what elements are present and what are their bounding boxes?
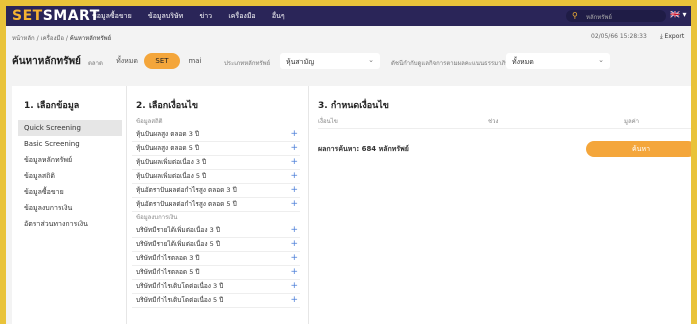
add-icon[interactable]: + — [290, 266, 298, 279]
add-icon[interactable]: + — [290, 238, 298, 251]
nav-others[interactable]: อื่นๆ — [272, 12, 285, 20]
nav-news[interactable]: ข่าว — [199, 12, 212, 20]
condition-item[interactable]: หุ้นปันผลสูง ตลอด 3 ปี + — [132, 128, 300, 142]
condition-item[interactable]: บริษัทมีรายได้เพิ่มต่อเนื่อง 5 ปี + — [132, 238, 300, 252]
step2-list: ข้อมูลสถิติ หุ้นปันผลสูง ตลอด 3 ปี + หุ้น… — [132, 116, 300, 308]
nav-trading[interactable]: ข้อมูลซื้อขาย — [92, 12, 132, 20]
condition-item[interactable]: หุ้นปันผลสูง ตลอด 5 ปี + — [132, 142, 300, 156]
market-option-all[interactable]: ทั้งหมด — [110, 53, 144, 69]
col-range: ช่วง — [488, 118, 499, 125]
condition-label: บริษัทมีกำไรตลอด 5 ปี — [136, 268, 200, 276]
search-icon: ⚲ — [572, 11, 578, 20]
condition-item[interactable]: หุ้นปันผลเพิ่มต่อเนื่อง 5 ปี + — [132, 170, 300, 184]
export-button[interactable]: ⤓ Export — [660, 33, 684, 41]
condition-label: บริษัทมีรายได้เพิ่มต่อเนื่อง 3 ปี — [136, 226, 220, 234]
market-option-mai[interactable]: mai — [182, 53, 208, 69]
side-item-financial-ratios[interactable]: อัตราส่วนทางการเงิน — [18, 216, 122, 232]
search-input[interactable]: ⚲ หลักทรัพย์ — [566, 10, 666, 22]
divider — [318, 128, 691, 129]
side-item-statistics[interactable]: ข้อมูลสถิติ — [18, 168, 122, 184]
chevron-down-icon: ⌄ — [368, 56, 374, 64]
stock-type-value: หุ้นสามัญ — [286, 58, 315, 66]
condition-label: บริษัทมีกำไรเติบโตต่อเนื่อง 3 ปี — [136, 282, 224, 290]
logo-set: SET — [12, 8, 43, 24]
condition-label: บริษัทมีกำไรเติบโตต่อเนื่อง 5 ปี — [136, 296, 224, 304]
cg-select[interactable]: ทั้งหมด ⌄ — [506, 53, 610, 69]
add-icon[interactable]: + — [290, 294, 298, 307]
side-item-basic-screening[interactable]: Basic Screening — [18, 136, 122, 152]
side-item-security-info[interactable]: ข้อมูลหลักทรัพย์ — [18, 152, 122, 168]
stock-type-label: ประเภทหลักทรัพย์ — [224, 60, 271, 67]
step1-title: 1. เลือกข้อมูล — [24, 101, 80, 111]
cg-value: ทั้งหมด — [512, 58, 534, 66]
breadcrumb: หน้าหลัก / เครื่องมือ / ค้นหาหลักทรัพย์ — [12, 33, 111, 43]
language-flag-icon[interactable]: 🇬🇧 ▾ — [670, 10, 687, 19]
condition-label: หุ้นปันผลสูง ตลอด 5 ปี — [136, 144, 200, 152]
add-icon[interactable]: + — [290, 224, 298, 237]
market-label: ตลาด — [88, 60, 103, 67]
side-item-quick-screening[interactable]: Quick Screening — [18, 120, 122, 136]
condition-item[interactable]: หุ้นปันผลเพิ่มต่อเนื่อง 3 ปี + — [132, 156, 300, 170]
column-divider — [126, 86, 127, 324]
column-divider — [308, 86, 309, 324]
section-financial-statements: ข้อมูลงบการเงิน — [136, 214, 178, 221]
add-icon[interactable]: + — [290, 252, 298, 265]
condition-item[interactable]: บริษัทมีกำไรตลอด 3 ปี + — [132, 252, 300, 266]
condition-item[interactable]: บริษัทมีกำไรตลอด 5 ปี + — [132, 266, 300, 280]
nav-company[interactable]: ข้อมูลบริษัท — [148, 12, 183, 20]
condition-label: บริษัทมีกำไรตลอด 3 ปี — [136, 254, 200, 262]
search-placeholder: หลักทรัพย์ — [586, 14, 612, 21]
breadcrumb-home[interactable]: หน้าหลัก — [12, 35, 35, 42]
condition-label: หุ้นปันผลสูง ตลอด 3 ปี — [136, 130, 200, 138]
last-updated-datetime: 02/05/66 15:28:33 — [591, 33, 647, 40]
condition-label: หุ้นปันผลเพิ่มต่อเนื่อง 3 ปี — [136, 158, 207, 166]
add-icon[interactable]: + — [290, 280, 298, 293]
add-icon[interactable]: + — [290, 184, 298, 197]
add-icon[interactable]: + — [290, 198, 298, 211]
chevron-down-icon: ⌄ — [598, 56, 604, 64]
search-button[interactable]: ค้นหา — [586, 141, 691, 157]
top-navbar: SETSMART ข้อมูลซื้อขาย ข้อมูลบริษัท ข่าว… — [6, 6, 691, 26]
market-option-set[interactable]: SET — [144, 53, 180, 69]
page-title: ค้นหาหลักทรัพย์ — [12, 56, 81, 67]
setsmart-logo[interactable]: SETSMART — [12, 8, 100, 24]
col-value: มูลค่า — [624, 118, 640, 125]
condition-item[interactable]: บริษัทมีกำไรเติบโตต่อเนื่อง 5 ปี + — [132, 294, 300, 308]
condition-label: หุ้นปันผลเพิ่มต่อเนื่อง 5 ปี — [136, 172, 207, 180]
add-icon[interactable]: + — [290, 128, 298, 141]
screening-panel: 1. เลือกข้อมูล 2. เลือกเงื่อนไข 3. กำหนด… — [12, 86, 691, 324]
condition-label: บริษัทมีรายได้เพิ่มต่อเนื่อง 5 ปี — [136, 240, 220, 248]
add-icon[interactable]: + — [290, 170, 298, 183]
col-condition: เงื่อนไข — [318, 118, 338, 125]
breadcrumb-tools[interactable]: เครื่องมือ — [41, 35, 64, 42]
step2-title: 2. เลือกเงื่อนไข — [136, 101, 198, 111]
nav-tools[interactable]: เครื่องมือ — [228, 12, 255, 20]
step1-list: Quick Screening Basic Screening ข้อมูลหล… — [18, 120, 122, 232]
step3-title: 3. กำหนดเงื่อนไข — [318, 101, 389, 111]
condition-item[interactable]: บริษัทมีกำไรเติบโตต่อเนื่อง 3 ปี + — [132, 280, 300, 294]
condition-item[interactable]: หุ้นอัตราปันผลต่อกำไรสูง ตลอด 3 ปี + — [132, 184, 300, 198]
condition-item[interactable]: หุ้นอัตราปันผลต่อกำไรสูง ตลอด 5 ปี + — [132, 198, 300, 212]
cg-label: ดัชนีกำกับดูแลกิจการตามผลคะแนนธรรมาภิบาล — [391, 60, 517, 67]
add-icon[interactable]: + — [290, 156, 298, 169]
stock-type-select[interactable]: หุ้นสามัญ ⌄ — [280, 53, 380, 69]
side-item-financial-statements[interactable]: ข้อมูลงบการเงิน — [18, 200, 122, 216]
condition-label: หุ้นอัตราปันผลต่อกำไรสูง ตลอด 5 ปี — [136, 200, 237, 208]
section-statistics: ข้อมูลสถิติ — [136, 118, 163, 125]
app-frame: SETSMART ข้อมูลซื้อขาย ข้อมูลบริษัท ข่าว… — [6, 6, 691, 324]
condition-item[interactable]: บริษัทมีรายได้เพิ่มต่อเนื่อง 3 ปี + — [132, 224, 300, 238]
main-nav: ข้อมูลซื้อขาย ข้อมูลบริษัท ข่าว เครื่องม… — [92, 11, 299, 22]
side-item-trading[interactable]: ข้อมูลซื้อขาย — [18, 184, 122, 200]
add-icon[interactable]: + — [290, 142, 298, 155]
condition-label: หุ้นอัตราปันผลต่อกำไรสูง ตลอด 3 ปี — [136, 186, 237, 194]
result-count: ผลการค้นหา: 684 หลักทรัพย์ — [318, 145, 409, 153]
breadcrumb-current: ค้นหาหลักทรัพย์ — [69, 35, 112, 42]
